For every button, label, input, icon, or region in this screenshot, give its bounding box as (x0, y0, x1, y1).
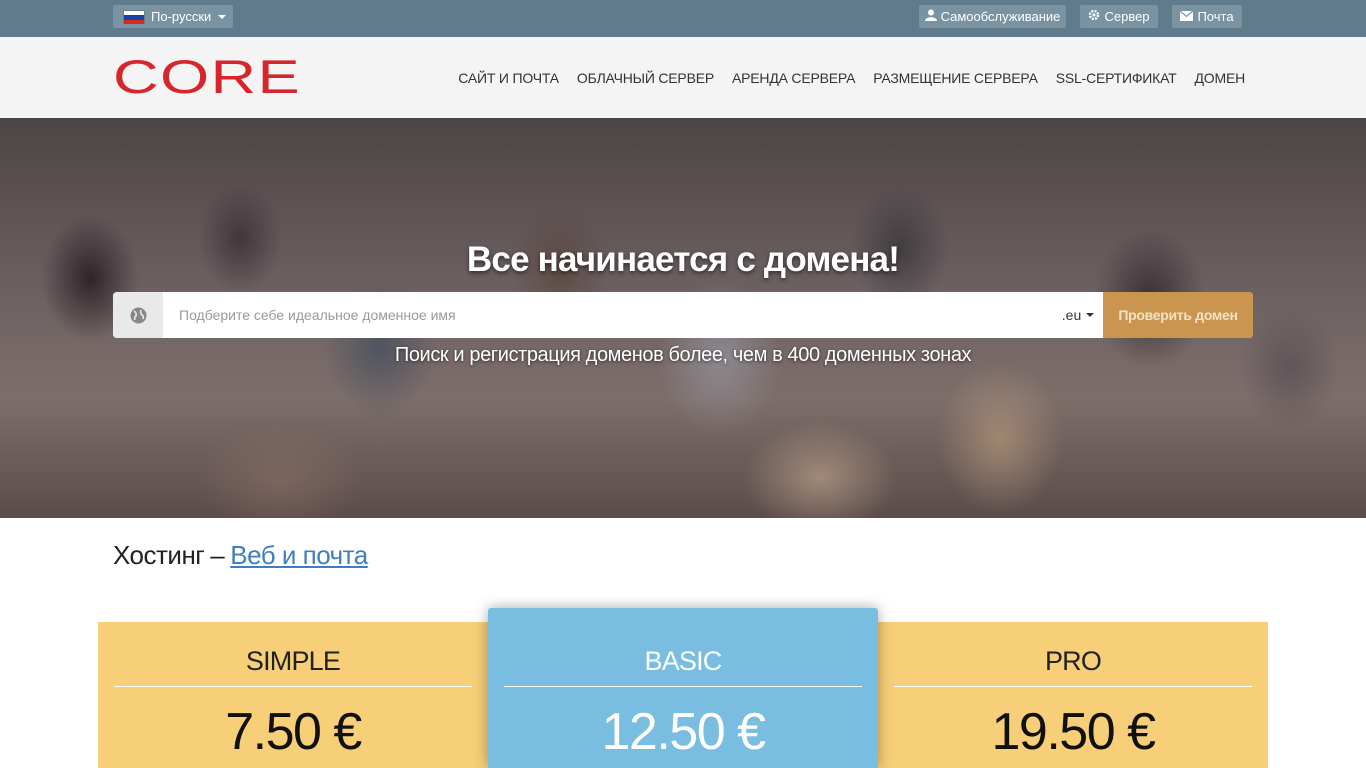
domain-search-bar: .eu Проверить домен (113, 292, 1253, 338)
logo-text: CORE (113, 53, 301, 103)
domain-search-input[interactable] (163, 292, 1053, 338)
hero-subtitle: Поиск и регистрация доменов более, чем в… (394, 344, 972, 366)
main-nav: САЙТ И ПОЧТА ОБЛАЧНЫЙ СЕРВЕР АРЕНДА СЕРВ… (440, 37, 1245, 118)
plan-price: 19.50 € (991, 703, 1157, 761)
plan-price: 12.50 € (601, 703, 767, 761)
divider (504, 686, 862, 687)
heading-dash: – (210, 540, 225, 570)
self-service-label: Самообслуживание (940, 9, 1061, 24)
top-utility-bar: По-русски Самообслуживание Сервер Почта (0, 0, 1366, 37)
divider (114, 686, 472, 687)
main-header: CORE САЙТ И ПОЧТА ОБЛАЧНЫЙ СЕРВЕР АРЕНДА… (0, 37, 1366, 118)
language-selector[interactable]: По-русски (113, 5, 233, 28)
plan-card-pro[interactable]: PRO 19.50 € (878, 622, 1268, 768)
user-icon (924, 9, 937, 24)
mail-icon (1180, 10, 1194, 24)
plan-name: PRO (1044, 646, 1102, 676)
plan-name: BASIC (644, 646, 722, 676)
hero-title: Все начинается с домена! (466, 240, 900, 279)
self-service-button[interactable]: Самообслуживание (919, 5, 1066, 28)
server-label: Сервер (1104, 9, 1150, 24)
hosting-heading: Хостинг – Веб и почта (113, 540, 368, 571)
mail-button[interactable]: Почта (1172, 5, 1242, 28)
chevron-down-icon (218, 14, 227, 19)
mail-label: Почта (1197, 9, 1234, 24)
nav-cloud-server[interactable]: ОБЛАЧНЫЙ СЕРВЕР (577, 70, 714, 86)
plan-name: SIMPLE (245, 646, 341, 676)
hero-banner: Все начинается с домена! .eu Проверить д… (0, 118, 1366, 518)
plan-card-basic[interactable]: BASIC 12.50 € (488, 608, 878, 768)
nav-server-colocation[interactable]: РАЗМЕЩЕНИЕ СЕРВЕРА (873, 70, 1038, 86)
tld-value: .eu (1061, 307, 1082, 323)
russia-flag-icon (123, 9, 145, 25)
web-and-mail-link[interactable]: Веб и почта (230, 540, 368, 570)
language-label: По-русски (151, 9, 212, 24)
nav-server-rent[interactable]: АРЕНДА СЕРВЕРА (732, 70, 855, 86)
globe-icon (113, 292, 163, 338)
check-domain-button[interactable]: Проверить домен (1103, 292, 1253, 338)
server-button[interactable]: Сервер (1080, 5, 1158, 28)
tld-dropdown[interactable]: .eu (1053, 292, 1103, 338)
nav-ssl-certificate[interactable]: SSL-СЕРТИФИКАТ (1056, 70, 1177, 86)
plan-card-simple[interactable]: SIMPLE 7.50 € (98, 622, 488, 768)
gear-icon (1088, 9, 1100, 24)
core-logo[interactable]: CORE (113, 53, 303, 103)
divider (894, 686, 1252, 687)
plan-price: 7.50 € (225, 703, 362, 761)
hosting-heading-text: Хостинг (113, 540, 205, 570)
nav-domain[interactable]: ДОМЕН (1195, 70, 1246, 86)
chevron-down-icon (1086, 313, 1095, 317)
nav-site-mail[interactable]: САЙТ И ПОЧТА (458, 70, 559, 86)
